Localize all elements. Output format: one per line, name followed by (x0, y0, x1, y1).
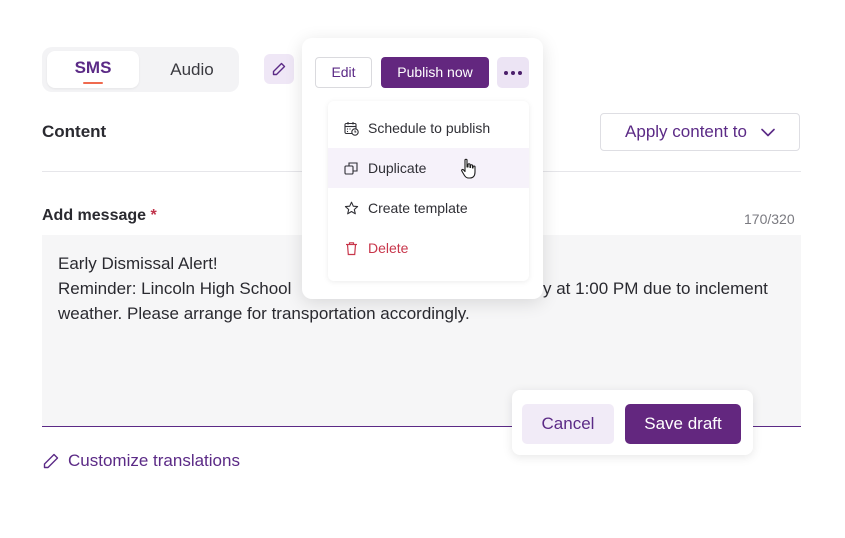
action-bar: Cancel Save draft (512, 390, 753, 455)
publish-now-button[interactable]: Publish now (381, 57, 489, 88)
calendar-clock-icon (344, 121, 359, 136)
more-options-menu: Schedule to publish Duplicate Create tem… (328, 101, 529, 281)
edit-channel-button[interactable] (264, 54, 294, 84)
required-mark: * (150, 207, 157, 224)
message-line: weather. Please arrange for transportati… (58, 304, 470, 323)
customize-translations-label: Customize translations (68, 451, 240, 470)
message-field-label: Add message * (42, 207, 157, 225)
trash-icon (346, 241, 357, 255)
menu-item-label: Duplicate (368, 160, 427, 176)
channel-tabs: SMS Audio (42, 47, 239, 92)
star-icon (344, 201, 359, 214)
active-tab-indicator (83, 82, 103, 84)
menu-item-label: Create template (368, 200, 468, 216)
duplicate-icon (344, 161, 358, 175)
menu-item-duplicate[interactable]: Duplicate (328, 148, 529, 188)
character-counter: 170/320 (744, 211, 795, 227)
more-dot (504, 70, 508, 75)
menu-item-delete[interactable]: Delete (328, 228, 529, 268)
apply-content-label: Apply content to (625, 122, 747, 141)
message-label-text: Add message (42, 207, 147, 224)
more-dot (511, 70, 515, 75)
hand-cursor-icon (461, 158, 476, 179)
chevron-down-icon (761, 128, 775, 136)
apply-content-dropdown[interactable]: Apply content to (600, 113, 800, 151)
pencil-icon (43, 453, 59, 469)
tab-sms-label: SMS (74, 58, 112, 77)
menu-item-label: Delete (368, 240, 409, 256)
more-options-button[interactable] (497, 57, 529, 88)
customize-translations-link[interactable]: Customize translations (42, 451, 240, 471)
publish-popover: Edit Publish now Schedule to publish Dup… (302, 38, 543, 299)
menu-item-label: Schedule to publish (368, 120, 491, 136)
message-line-end: y at 1:00 PM due to inclement (543, 279, 768, 298)
menu-item-create-template[interactable]: Create template (328, 188, 529, 228)
pencil-icon (272, 62, 286, 76)
save-draft-button[interactable]: Save draft (625, 404, 741, 444)
tab-audio[interactable]: Audio (152, 51, 232, 88)
section-title: Content (42, 122, 107, 141)
more-dot (518, 70, 522, 75)
message-line-start: Reminder: Lincoln High School (58, 279, 292, 298)
cancel-button[interactable]: Cancel (522, 404, 614, 444)
tab-sms[interactable]: SMS (47, 51, 139, 88)
menu-item-schedule[interactable]: Schedule to publish (328, 108, 529, 148)
edit-button[interactable]: Edit (315, 57, 372, 88)
